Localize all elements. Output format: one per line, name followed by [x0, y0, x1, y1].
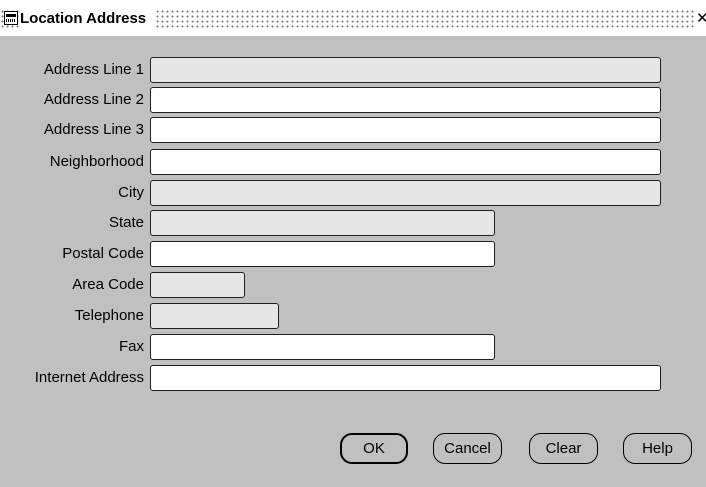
address-line-2-field[interactable]: [150, 87, 661, 113]
fax-label: Fax: [118, 338, 144, 355]
clear-button[interactable]: Clear: [529, 433, 598, 464]
neighborhood-field[interactable]: [150, 149, 661, 175]
fax-field[interactable]: [150, 334, 495, 360]
postal-code-label: Postal Code: [62, 245, 144, 262]
neighborhood-label: Neighborhood: [49, 153, 144, 170]
address-line-3-label: Address Line 3: [43, 121, 144, 138]
address-line-3-field[interactable]: [150, 117, 661, 143]
telephone-field[interactable]: [150, 303, 279, 329]
oracle-app-icon: [4, 11, 18, 25]
internet-address-field[interactable]: [150, 365, 661, 391]
address-line-1-field[interactable]: [150, 57, 661, 83]
internet-address-label: Internet Address: [34, 369, 144, 386]
ok-button[interactable]: OK: [340, 433, 408, 464]
city-label: City: [118, 184, 144, 201]
area-code-label: Area Code: [72, 276, 144, 293]
close-icon[interactable]: ✕: [696, 9, 706, 28]
title-bar: Location Address ✕: [0, 0, 706, 36]
address-line-2-label: Address Line 2: [43, 91, 144, 108]
state-label: State: [108, 214, 144, 231]
city-field[interactable]: [150, 180, 661, 206]
address-line-1-label: Address Line 1: [43, 61, 144, 78]
area-code-field[interactable]: [150, 272, 245, 298]
postal-code-field[interactable]: [150, 241, 495, 267]
help-button[interactable]: Help: [623, 433, 692, 464]
state-field[interactable]: [150, 210, 495, 236]
telephone-label: Telephone: [74, 307, 144, 324]
cancel-button[interactable]: Cancel: [433, 433, 502, 464]
window-title: Location Address: [19, 9, 155, 28]
